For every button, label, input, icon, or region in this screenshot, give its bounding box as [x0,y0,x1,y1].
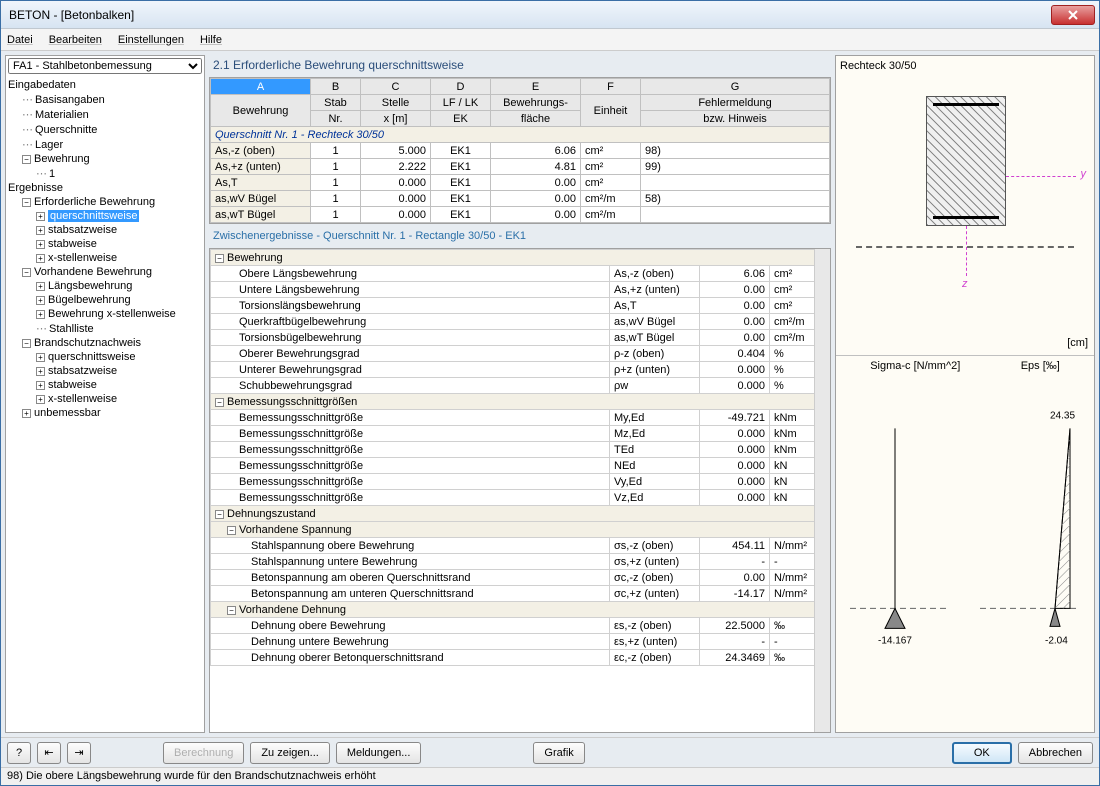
tree-stabsatzweise[interactable]: +stabsatzweise [8,223,202,237]
menubar: Datei Bearbeiten Einstellungen Hilfe [1,29,1099,51]
tree-querschnitte[interactable]: ⋯Querschnitte [8,122,202,137]
tree-bs-stabweise[interactable]: +stabweise [8,378,202,392]
col-G[interactable]: G [641,79,830,95]
next-button[interactable]: ⇥ [67,742,91,764]
tree-stahlliste[interactable]: ⋯Stahlliste [8,321,202,336]
calc-button[interactable]: Berechnung [163,742,244,764]
tree-lager[interactable]: ⋯Lager [8,137,202,152]
tree-materialien[interactable]: ⋯Materialien [8,107,202,122]
collapse-icon[interactable]: − [215,254,224,263]
details-table[interactable]: −Bewehrung Obere LängsbewehrungAs,-z (ob… [210,249,830,666]
sidebar: FA1 - Stahlbetonbemessung Eingabedaten ⋯… [5,55,205,733]
ok-button[interactable]: OK [952,742,1012,764]
tree-bs-querschnittsweise[interactable]: +querschnittsweise [8,350,202,364]
results-table[interactable]: A B C D E F G Bewehrung StabStelleLF / L… [210,78,830,223]
tree-ergebnisse[interactable]: Ergebnisse [8,181,202,195]
table-row[interactable]: as,wV Bügel10.000EK10.00cm²/m58) [211,191,830,207]
svg-text:-2.04: -2.04 [1045,635,1068,646]
tree-vorhandene[interactable]: −Vorhandene Bewehrung [8,265,202,279]
table-row[interactable]: As,+z (unten)12.222EK14.81cm²99) [211,159,830,175]
col-E[interactable]: E [491,79,581,95]
menu-bearbeiten[interactable]: Bearbeiten [49,34,102,46]
treeview[interactable]: Eingabedaten ⋯Basisangaben ⋯Materialien … [6,76,204,732]
app-window: BETON - [Betonbalken] Datei Bearbeiten E… [0,0,1100,786]
titlebar: BETON - [Betonbalken] [1,1,1099,29]
scrollbar-v[interactable] [814,249,830,732]
tree-bewehrung-x[interactable]: +Bewehrung x-stellenweise [8,307,202,321]
close-icon [1068,10,1078,20]
col-F[interactable]: F [581,79,641,95]
statusbar: 98) Die obere Längsbewehrung wurde für d… [1,767,1099,785]
tree-stabweise[interactable]: +stabweise [8,237,202,251]
col-B[interactable]: B [311,79,361,95]
menu-hilfe[interactable]: Hilfe [200,34,222,46]
menu-datei[interactable]: Datei [7,34,33,46]
bottombar: ? ⇤ ⇥ Berechnung Zu zeigen... Meldungen.… [1,737,1099,767]
svg-text:24.35: 24.35 [1050,410,1075,421]
cross-section-view: Rechteck 30/50 y z [cm] [836,56,1094,356]
case-selector[interactable]: FA1 - Stahlbetonbemessung [8,58,202,74]
page-title: 2.1 Erforderliche Bewehrung querschnitts… [209,55,831,75]
prev-button[interactable]: ⇤ [37,742,61,764]
table-row[interactable]: As,-z (oben)15.000EK16.06cm²98) [211,143,830,159]
section-row: Querschnitt Nr. 1 - Rechteck 30/50 [211,127,830,143]
tree-langsbewehrung[interactable]: +Längsbewehrung [8,279,202,293]
tree-eingabedaten[interactable]: Eingabedaten [8,78,202,92]
axis-label-y: y [1081,168,1087,180]
cross-section-rect [926,96,1006,226]
tree-querschnittsweise[interactable]: +querschnittsweise [8,209,202,223]
axis-y [1006,176,1076,177]
table-row[interactable]: as,wT Bügel10.000EK10.00cm²/m [211,207,830,223]
table-row[interactable]: As,T10.000EK10.00cm² [211,175,830,191]
messages-button[interactable]: Meldungen... [336,742,422,764]
content-area: FA1 - Stahlbetonbemessung Eingabedaten ⋯… [1,51,1099,737]
tree-erforderliche[interactable]: −Erforderliche Bewehrung [8,195,202,209]
cs-title: Rechteck 30/50 [840,60,1090,72]
main-panel: 2.1 Erforderliche Bewehrung querschnitts… [209,55,831,733]
unit-label: [cm] [1067,337,1088,349]
tree-bewehrung-1[interactable]: ⋯1 [8,166,202,181]
col-D[interactable]: D [431,79,491,95]
svg-text:-14.167: -14.167 [878,635,912,646]
close-button[interactable] [1051,5,1095,25]
sigma-label: Sigma-c [N/mm^2] [870,360,960,372]
window-title: BETON - [Betonbalken] [5,8,1051,22]
diagram-view: Sigma-c [N/mm^2] Eps [‰] -14.167 24.35 -… [836,356,1094,732]
tree-basisangaben[interactable]: ⋯Basisangaben [8,92,202,107]
axis-label-z: z [962,278,968,290]
tree-xstellenweise[interactable]: +x-stellenweise [8,251,202,265]
col-C[interactable]: C [361,79,431,95]
hdr-bewehrung: Bewehrung [211,95,311,127]
right-panel: Rechteck 30/50 y z [cm] Sigma-c [N/mm^2]… [835,55,1095,733]
cs-dash-line [856,246,1074,248]
tree-bs-stabsatzweise[interactable]: +stabsatzweise [8,364,202,378]
cancel-button[interactable]: Abbrechen [1018,742,1093,764]
tree-bewehrung[interactable]: −Bewehrung [8,152,202,166]
tree-brandschutz[interactable]: −Brandschutznachweis [8,336,202,350]
details-table-wrap: −Bewehrung Obere LängsbewehrungAs,-z (ob… [209,248,831,733]
eps-label: Eps [‰] [1021,360,1060,372]
results-table-wrap: A B C D E F G Bewehrung StabStelleLF / L… [209,77,831,224]
tree-bugelbewehrung[interactable]: +Bügelbewehrung [8,293,202,307]
menu-einstellungen[interactable]: Einstellungen [118,34,184,46]
intermediate-title: Zwischenergebnisse - Querschnitt Nr. 1 -… [209,226,831,246]
show-button[interactable]: Zu zeigen... [250,742,329,764]
col-A[interactable]: A [211,79,311,95]
help-button[interactable]: ? [7,742,31,764]
graphics-button[interactable]: Grafik [533,742,584,764]
tree-bs-xstellenweise[interactable]: +x-stellenweise [8,392,202,406]
diagram-svg: -14.167 24.35 -2.04 [840,372,1090,685]
axis-z [966,226,967,276]
tree-unbemessbar[interactable]: +unbemessbar [8,406,202,420]
